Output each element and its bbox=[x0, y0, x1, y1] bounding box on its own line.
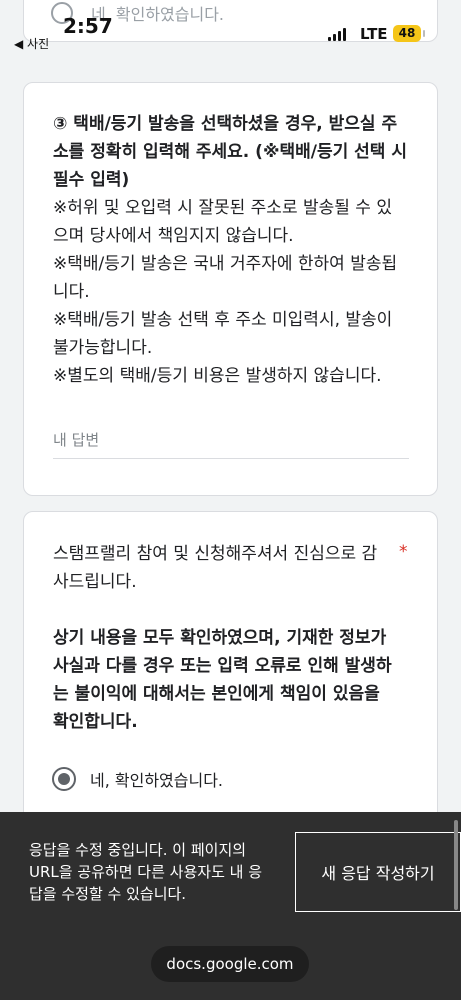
note-line: 불가능합니다. bbox=[53, 338, 153, 358]
note-line: 니다. bbox=[53, 282, 90, 302]
confirm-statement: 상기 내용을 모두 확인하였으며, 기재한 정보가 사실과 다를 경우 또는 입… bbox=[53, 624, 403, 736]
note-line: ※허위 및 오입력 시 잘못된 주소로 발송될 수 있 bbox=[53, 198, 392, 218]
statement-line: 상기 내용을 모두 확인하였으며, 기재한 정보가 bbox=[53, 628, 387, 648]
title-line: 스탬프랠리 참여 및 신청해주셔서 진심으로 감 bbox=[53, 544, 378, 564]
url-bar[interactable]: docs.google.com bbox=[151, 946, 309, 982]
title-line: 필수 입력) bbox=[53, 170, 130, 190]
note-line: 으며 당사에서 책임지지 않습니다. bbox=[53, 226, 294, 246]
radio-checked-icon[interactable] bbox=[52, 767, 76, 791]
statement-line: 확인합니다. bbox=[53, 712, 138, 732]
statement-line: 는 불이익에 대해서는 본인에게 책임이 있음을 bbox=[53, 684, 380, 704]
required-marker: * bbox=[399, 542, 408, 562]
address-answer-input[interactable]: 내 답변 bbox=[53, 429, 409, 459]
back-to-photos-link[interactable]: ◀ 사진 bbox=[14, 35, 49, 52]
note-line: ※별도의 택배/등기 비용은 발생하지 않습니다. bbox=[53, 366, 382, 386]
address-question-text: ③ 택배/등기 발송을 선택하셨을 경우, 받으실 주 소를 정확히 입력해 주… bbox=[53, 110, 413, 390]
new-response-button[interactable]: 새 응답 작성하기 bbox=[295, 832, 461, 912]
statement-line: 사실과 다를 경우 또는 입력 오류로 인해 발생하 bbox=[53, 656, 392, 676]
banner-line: 응답을 수정 중입니다. 이 페이지의 bbox=[29, 841, 247, 859]
edit-response-banner: 응답을 수정 중입니다. 이 페이지의 URL을 공유하면 다른 사용자도 내 … bbox=[0, 812, 461, 1000]
confirm-question-title: 스탬프랠리 참여 및 신청해주셔서 진심으로 감 사드립니다. bbox=[53, 540, 393, 596]
banner-message: 응답을 수정 중입니다. 이 페이지의 URL을 공유하면 다른 사용자도 내 … bbox=[29, 839, 279, 905]
title-line: 사드립니다. bbox=[53, 572, 137, 592]
address-question-card: ③ 택배/등기 발송을 선택하셨을 경우, 받으실 주 소를 정확히 입력해 주… bbox=[23, 82, 438, 496]
status-bar: 2:57 ◀ 사진 LTE 48 bbox=[0, 0, 461, 56]
status-time: 2:57 bbox=[63, 14, 113, 38]
note-line: ※택배/등기 발송 선택 후 주소 미입력시, 발송이 bbox=[53, 310, 393, 330]
confirm-question-card: 스탬프랠리 참여 및 신청해주셔서 진심으로 감 사드립니다. * 상기 내용을… bbox=[23, 511, 438, 851]
scrollbar[interactable] bbox=[454, 820, 458, 910]
banner-line: URL을 공유하면 다른 사용자도 내 응 bbox=[29, 863, 262, 881]
signal-icon bbox=[328, 27, 346, 41]
network-label: LTE bbox=[360, 25, 388, 43]
note-line: ※택배/등기 발송은 국내 거주자에 한하여 발송됩 bbox=[53, 254, 398, 274]
confirm-option-label: 네, 확인하였습니다. bbox=[90, 771, 224, 790]
title-line: ③ 택배/등기 발송을 선택하셨을 경우, 받으실 주 bbox=[53, 114, 398, 134]
address-question-title: ③ 택배/등기 발송을 선택하셨을 경우, 받으실 주 소를 정확히 입력해 주… bbox=[53, 110, 413, 194]
title-line: 소를 정확히 입력해 주세요. (※택배/등기 선택 시 bbox=[53, 142, 407, 162]
confirm-option[interactable]: 네, 확인하였습니다. bbox=[52, 767, 223, 791]
banner-line: 답을 수정할 수 있습니다. bbox=[29, 885, 187, 903]
address-question-notes: ※허위 및 오입력 시 잘못된 주소로 발송될 수 있 으며 당사에서 책임지지… bbox=[53, 194, 413, 390]
battery-icon: 48 bbox=[393, 25, 425, 42]
